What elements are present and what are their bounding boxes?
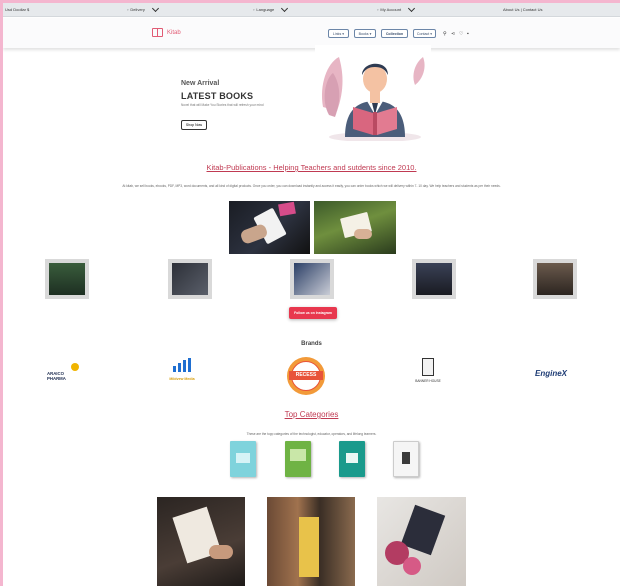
hands-book-photo — [157, 497, 245, 586]
truck-icon: ▫ — [127, 7, 129, 12]
site-headline[interactable]: Kitab-Publications - Helping Teachers an… — [3, 163, 620, 172]
brand-name-recess: RECESS — [289, 371, 323, 380]
book-icon — [152, 28, 163, 37]
brand-name-mildvew: Mildvew Media — [169, 377, 195, 381]
user-icon: ▫ — [377, 7, 379, 12]
hero-title: LATEST BOOKS — [181, 91, 254, 101]
gallery-thumb[interactable] — [533, 259, 577, 299]
brand-logo-banner-house[interactable]: BANNER HOUSE — [410, 358, 446, 392]
site-description: At kitab, we sell books, ebooks, PDF, MP… — [122, 184, 501, 188]
book-cover-image — [416, 263, 452, 295]
nav-contact-label: Contact — [416, 31, 430, 36]
brands-heading: Brands — [301, 341, 322, 347]
emblem-icon — [422, 358, 434, 376]
brand-logo[interactable]: Kitab — [152, 28, 181, 37]
nav-books-button[interactable]: Books ▾ — [354, 29, 376, 38]
category-book-cover[interactable] — [230, 441, 256, 477]
cart-icon[interactable]: ▪ — [467, 31, 469, 37]
brand-name-banner-house: BANNER HOUSE — [415, 379, 441, 383]
gallery-thumb[interactable] — [290, 259, 334, 299]
brand-logo-mildvew[interactable]: Mildvew Media — [169, 358, 195, 390]
page: Usd Doollar $ ▫ Delivery ▫ Language ▫ My… — [3, 3, 620, 586]
hero-subtitle: New Arrival — [181, 80, 220, 87]
delivery-label: Delivery — [130, 7, 145, 12]
globe-icon: ▫ — [253, 7, 255, 12]
category-book-cover[interactable] — [285, 441, 311, 477]
library-shelf-photo — [267, 497, 355, 586]
brand-name-enginex: EngineX — [535, 369, 568, 378]
category-book-cover[interactable] — [393, 441, 419, 477]
language-label: Language — [256, 7, 275, 12]
top-categories-heading[interactable]: Top Categories — [3, 410, 620, 419]
account-label: My Account — [380, 7, 402, 12]
outdoor-reading-photo — [314, 201, 396, 254]
hero-text: Novel that will Make You Stories that wi… — [181, 103, 264, 107]
nav-collection-button[interactable]: Collection — [381, 29, 408, 38]
gallery-thumb[interactable] — [412, 259, 456, 299]
reading-man-illustration — [315, 45, 431, 141]
nav-links-button[interactable]: Links ▾ — [328, 29, 349, 38]
nav-collection-label: Collection — [385, 31, 404, 36]
search-icon[interactable]: ⚲ — [443, 31, 447, 37]
book-cover-image — [172, 263, 208, 295]
brand-logo-araico[interactable]: ARAICO PHARMA — [47, 363, 87, 383]
about-contact-label: About Us | Contact Us — [503, 7, 543, 12]
gallery-thumb[interactable] — [168, 259, 212, 299]
follow-instagram-button[interactable]: Follow us on Instagram — [289, 307, 337, 319]
account-dropdown[interactable]: ▫ My Account — [377, 4, 416, 12]
brand-logo-recess[interactable]: RECESS — [287, 357, 325, 395]
delivery-dropdown[interactable]: ▫ Delivery — [127, 4, 159, 12]
book-cover-image — [537, 263, 573, 295]
chevron-down-icon — [281, 4, 289, 12]
brand-name-araico: ARAICO PHARMA — [47, 371, 66, 381]
brand-logo-enginex[interactable]: EngineX — [535, 369, 579, 381]
sun-icon — [71, 363, 79, 371]
main-navbar: Kitab Links ▾ Books ▾ Collection Contact… — [3, 18, 620, 48]
nav-books-label: Books — [358, 31, 369, 36]
bookstore-window-image — [49, 263, 85, 295]
tablet-reading-photo — [229, 201, 310, 254]
category-book-cover[interactable] — [339, 441, 365, 477]
shop-now-button[interactable]: Shop Now — [181, 120, 207, 130]
nav-contact-button[interactable]: Contact ▾ — [413, 29, 436, 38]
currency-label: Usd Doollar $ — [5, 7, 30, 12]
brand-name: Kitab — [167, 29, 181, 36]
currency-selector[interactable]: Usd Doollar $ — [5, 7, 29, 12]
top-categories-description: These are the topp categories of the tec… — [246, 432, 377, 436]
gallery-thumb[interactable] — [45, 259, 89, 299]
language-dropdown[interactable]: ▫ Language — [253, 4, 289, 12]
chevron-down-icon — [408, 4, 416, 12]
heart-icon[interactable]: ♡ — [459, 31, 463, 37]
share-icon[interactable]: ⋖ — [451, 31, 455, 37]
nav-links-label: Links — [332, 31, 342, 36]
top-bar: Usd Doollar $ ▫ Delivery ▫ Language ▫ My… — [3, 3, 620, 17]
bar-chart-icon — [173, 358, 191, 372]
about-contact-links[interactable]: About Us | Contact Us — [503, 7, 543, 12]
book-flowers-photo — [377, 497, 466, 586]
book-cover-image — [294, 263, 330, 295]
chevron-down-icon — [151, 4, 159, 12]
